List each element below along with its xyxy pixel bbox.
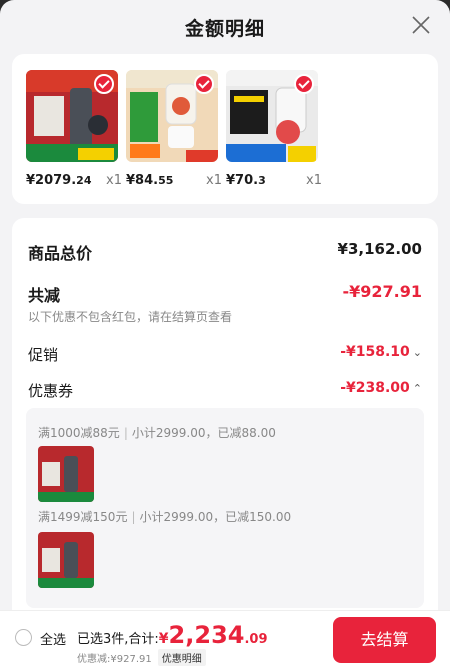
coupon-rule: 满1499减150元 (38, 510, 128, 524)
product-qty: x1 (306, 173, 322, 188)
amount-detail-sheet: 金额明细 ¥2079.24 x1 ¥84.55 x1 ¥70.3 x1 商品总价… (0, 0, 450, 669)
check-icon (194, 74, 214, 94)
total-currency: ¥ (158, 631, 169, 647)
product-image (26, 70, 118, 162)
sheet-title: 金额明细 (184, 18, 265, 40)
coupon-detail: 小计2999.00，已减150.00 (139, 510, 292, 524)
chevron-up-icon: ⌃ (412, 382, 422, 395)
product-price: ¥2079. (26, 173, 77, 188)
select-all-label[interactable]: 全选 (40, 629, 66, 648)
products-card: ¥2079.24 x1 ¥84.55 x1 ¥70.3 x1 (12, 54, 438, 204)
discount-summary: 优惠减:¥927.91 优惠明细 (77, 649, 206, 666)
product-price: ¥70. (226, 173, 259, 188)
product-image (126, 70, 218, 162)
product-qty: x1 (106, 173, 122, 188)
select-all-radio[interactable] (15, 629, 32, 646)
product-item[interactable]: ¥2079.24 x1 (26, 70, 124, 188)
check-icon (294, 74, 314, 94)
coupon-label: 优惠券 (28, 382, 74, 400)
total-value: ¥3,162.00 (337, 240, 422, 258)
discount-line: 优惠减:¥927.91 (77, 654, 152, 665)
discount-label: 共减 (28, 286, 61, 305)
total-amount: 2,234 (168, 621, 245, 649)
product-item[interactable]: ¥70.3 x1 (226, 70, 324, 188)
coupon-detail-box: 满1000减88元 | 小计2999.00，已减88.00 满1499减150元 | 小… (26, 408, 424, 608)
promo-row[interactable]: 促销 -¥158.10 ⌄ (28, 344, 422, 365)
total-label: 商品总价 (28, 244, 93, 263)
product-qty: x1 (206, 173, 222, 188)
chevron-down-icon: ⌄ (412, 346, 422, 359)
order-summary: 已选3件,合计:¥2,234.09 (77, 621, 268, 649)
product-image (226, 70, 318, 162)
product-price: ¥84. (126, 173, 159, 188)
discount-detail-link[interactable]: 优惠明细 (157, 649, 206, 666)
coupon-detail: 小计2999.00，已减88.00 (131, 426, 276, 440)
product-price-decimal: 24 (76, 174, 92, 187)
selected-count: 已选3件,合计: (77, 632, 159, 647)
coupon-product-image (38, 446, 94, 502)
coupon-row[interactable]: 优惠券 -¥238.00 ⌃ (28, 380, 422, 401)
checkout-button[interactable]: 去结算 (333, 617, 436, 663)
check-icon (94, 74, 114, 94)
checkout-bar: 全选 已选3件,合计:¥2,234.09 优惠减:¥927.91 优惠明细 去结算 (0, 610, 450, 669)
discount-value: -¥927.91 (342, 282, 422, 301)
promo-value: -¥158.10 (340, 344, 410, 360)
amount-detail-card: 商品总价 ¥3,162.00 共减 -¥927.91 以下优惠不包含红包，请在结… (12, 218, 438, 638)
coupon-product-image (38, 532, 94, 588)
discount-row: 共减 -¥927.91 (28, 282, 422, 306)
total-row: 商品总价 ¥3,162.00 (28, 240, 422, 264)
product-price-decimal: 3 (258, 174, 266, 187)
discount-note: 以下优惠不包含红包，请在结算页查看 (28, 310, 233, 324)
product-item[interactable]: ¥84.55 x1 (126, 70, 224, 188)
coupon-rule: 满1000减88元 (38, 426, 120, 440)
coupon-line: 满1000减88元 | 小计2999.00，已减88.00 (38, 426, 276, 440)
promo-label: 促销 (28, 346, 59, 364)
close-icon[interactable] (410, 14, 432, 36)
coupon-value: -¥238.00 (340, 380, 410, 396)
coupon-line: 满1499减150元 | 小计2999.00，已减150.00 (38, 510, 292, 524)
sheet-header: 金额明细 (0, 0, 450, 52)
product-price-decimal: 55 (158, 174, 174, 187)
total-amount-decimal: .09 (244, 632, 268, 647)
